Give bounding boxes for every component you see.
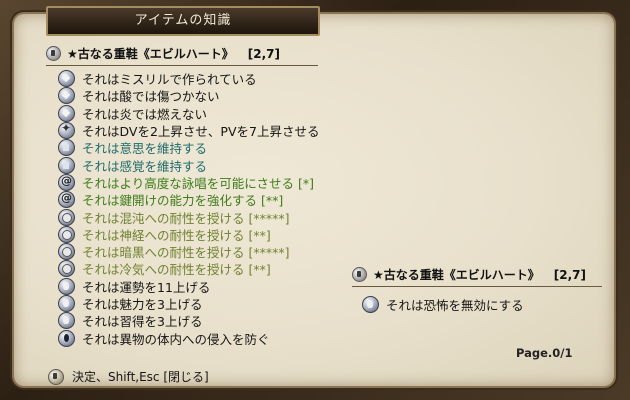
- property-item: それは炎では燃えない: [58, 104, 319, 122]
- cloak-icon: [58, 139, 75, 157]
- property-item: それは感覚を維持する: [58, 156, 319, 174]
- diamond-gem-icon: [58, 70, 75, 88]
- hint-bullet-icon: [48, 368, 64, 385]
- property-item: それは習得を3上げる: [58, 312, 319, 329]
- property-item: それは魅力を3上げる: [58, 295, 319, 312]
- property-item: それは意思を維持する: [58, 139, 319, 156]
- diamond-gem-icon: [58, 104, 75, 122]
- window-title: アイテムの知識: [46, 6, 320, 36]
- swirl-icon: [58, 191, 75, 209]
- compare-name: ★古なる重鞋《エビルハート》: [373, 268, 540, 282]
- property-item: それは神経への耐性を授ける [**]: [58, 225, 319, 243]
- swirl-icon: [58, 173, 75, 191]
- property-list: それはミスリルで作られている それは酸では傷つかない それは炎では燃えない それ…: [58, 70, 319, 347]
- property-item: それはDVを2上昇させ、PVを7上昇させる: [58, 121, 320, 140]
- compare-heading: ★古なる重鞋《エビルハート》 [2,7]: [352, 266, 602, 287]
- property-text: それは運勢を11上げる: [82, 279, 211, 295]
- foot-icon: [362, 296, 379, 313]
- compare-property: それは恐怖を無効にする: [362, 295, 524, 314]
- property-text: それは冷気への耐性を授ける [**]: [82, 262, 271, 278]
- property-text: それは混沌への耐性を授ける [*****]: [82, 210, 290, 226]
- property-text: それは神経への耐性を授ける [**]: [82, 227, 271, 243]
- key-hint[interactable]: 決定、Shift,Esc [閉じる]: [48, 368, 209, 385]
- foot-icon: [58, 277, 75, 295]
- diamond-gem-icon: [58, 87, 75, 105]
- property-text: それは感覚を維持する: [82, 158, 208, 174]
- property-text: それは習得を3上げる: [82, 314, 203, 330]
- star-badge-icon: [58, 121, 75, 140]
- item-heading: ★古なる重鞋《エビルハート》 [2,7]: [46, 45, 318, 66]
- shield-orb-icon: [58, 225, 75, 243]
- property-text: それは酸では傷つかない: [82, 89, 220, 105]
- page-indicator: Page.0/1: [516, 346, 573, 360]
- foot-icon: [58, 295, 75, 312]
- cloak-icon: [58, 156, 75, 174]
- property-text: それは意思を維持する: [82, 141, 208, 157]
- property-item: それは冷気への耐性を授ける [**]: [58, 260, 319, 277]
- heading-divider: [46, 65, 318, 66]
- compare-panel: ★古なる重鞋《エビルハート》 [2,7] それは恐怖を無効にする: [346, 262, 602, 322]
- compare-code: [2,7]: [553, 267, 586, 282]
- item-code: [2,7]: [247, 46, 280, 61]
- compare-property-text: それは恐怖を無効にする: [386, 298, 524, 313]
- property-item: それは鍵開けの能力を強化する [**]: [58, 191, 319, 208]
- property-text: それはDVを2上昇させ、PVを7上昇させる: [82, 124, 320, 140]
- property-text: それは鍵開けの能力を強化する [**]: [82, 193, 284, 209]
- property-item: それは混沌への耐性を授ける [*****]: [58, 208, 319, 226]
- property-text: それは暗黒への耐性を授ける [*****]: [82, 245, 290, 261]
- foot-icon: [58, 312, 75, 330]
- key-hint-text: 決定、Shift,Esc [閉じる]: [72, 370, 209, 384]
- property-text: それはミスリルで作られている: [82, 72, 257, 88]
- property-item: それは異物の体内への侵入を防ぐ: [58, 329, 319, 347]
- property-text: それはより高度な詠唱を可能にさせる [*]: [82, 175, 314, 191]
- property-item: それはより高度な詠唱を可能にさせる [*]: [58, 173, 319, 191]
- shield-orb-icon: [58, 260, 75, 278]
- property-item: それは運勢を11上げる: [58, 277, 319, 295]
- property-item: それはミスリルで作られている: [58, 70, 319, 87]
- property-text: それは異物の体内への侵入を防ぐ: [82, 331, 270, 347]
- compare-divider: [352, 286, 602, 287]
- property-text: それは炎では燃えない: [82, 106, 208, 122]
- property-item: それは酸では傷つかない: [58, 87, 319, 104]
- item-bullet-icon: [46, 46, 61, 61]
- drop-icon: [58, 329, 75, 347]
- property-text: それは魅力を3上げる: [82, 297, 203, 313]
- property-item: それは暗黒への耐性を授ける [*****]: [58, 243, 319, 260]
- shield-orb-icon: [58, 208, 75, 226]
- compare-bullet-icon: [352, 267, 367, 282]
- item-name: ★古なる重鞋《エビルハート》: [67, 47, 234, 61]
- shield-orb-icon: [58, 243, 75, 261]
